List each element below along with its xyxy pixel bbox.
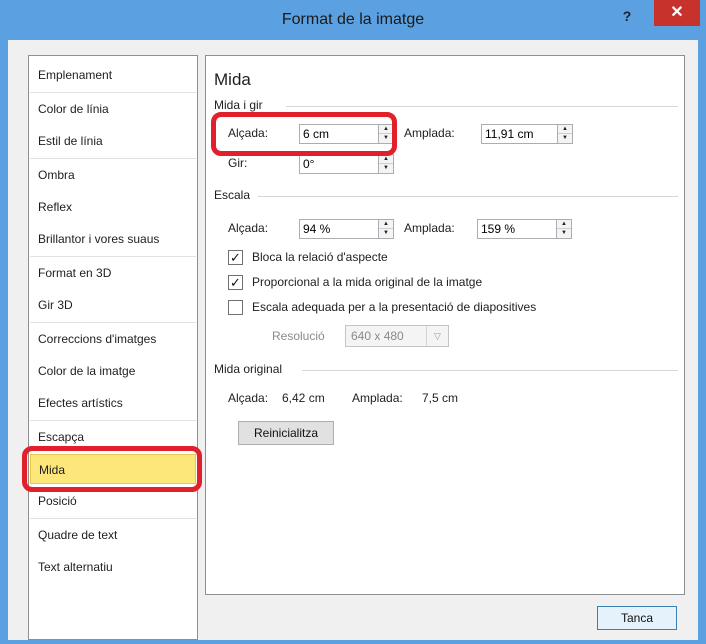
resolution-value[interactable]: 640 x 480 xyxy=(351,326,404,346)
sidebar-separator xyxy=(30,420,196,421)
sidebar-separator xyxy=(30,158,196,159)
relative-original-label[interactable]: Proporcional a la mida original de la im… xyxy=(252,272,482,292)
size-rotate-group-label: Mida i gir xyxy=(214,98,263,112)
sidebar-item-3d-format[interactable]: Format en 3D xyxy=(30,258,196,288)
group-divider xyxy=(302,370,678,371)
group-divider xyxy=(258,196,678,197)
spin-down-icon[interactable]: ▼ xyxy=(557,229,571,238)
lock-aspect-checkbox[interactable]: ✓ xyxy=(228,250,243,265)
close-button[interactable]: Tanca xyxy=(597,606,677,630)
category-sidebar: Emplenament Color de línia Estil de líni… xyxy=(28,55,198,640)
sidebar-item-fill[interactable]: Emplenament xyxy=(30,60,196,90)
sidebar-item-line-color[interactable]: Color de línia xyxy=(30,94,196,124)
close-window-button[interactable]: ✕ xyxy=(654,0,700,26)
sidebar-item-text-box[interactable]: Quadre de text xyxy=(30,520,196,550)
spin-up-icon[interactable]: ▲ xyxy=(379,155,393,164)
spin-up-icon[interactable]: ▲ xyxy=(558,125,572,134)
sidebar-item-shadow[interactable]: Ombra xyxy=(30,160,196,190)
sidebar-item-reflection[interactable]: Reflex xyxy=(30,192,196,222)
sidebar-separator xyxy=(30,92,196,93)
resolution-label: Resolució xyxy=(272,329,325,343)
sidebar-separator xyxy=(30,256,196,257)
scale-width-spinner[interactable]: 159 % ▲ ▼ xyxy=(477,219,572,239)
width-value[interactable]: 11,91 cm xyxy=(485,125,533,143)
rotation-value[interactable]: 0° xyxy=(303,155,314,173)
scale-width-label: Amplada: xyxy=(404,221,455,235)
sidebar-item-3d-rotation[interactable]: Gir 3D xyxy=(30,290,196,320)
scale-height-label: Alçada: xyxy=(228,221,269,235)
original-height-label: Alçada: xyxy=(228,391,269,405)
highlight-size-item xyxy=(22,446,202,492)
sidebar-separator xyxy=(30,518,196,519)
best-scale-label[interactable]: Escala adequada per a la presentació de … xyxy=(252,297,536,317)
original-size-group-label: Mida original xyxy=(214,362,283,376)
spin-up-icon[interactable]: ▲ xyxy=(557,220,571,229)
rotation-spin-arrows[interactable]: ▲ ▼ xyxy=(378,155,393,173)
scale-height-value[interactable]: 94 % xyxy=(303,220,330,238)
sidebar-item-line-style[interactable]: Estil de línia xyxy=(30,126,196,156)
sidebar-item-glow-soft-edges[interactable]: Brillantor i vores suaus xyxy=(30,224,196,254)
sidebar-separator xyxy=(30,322,196,323)
lock-aspect-label[interactable]: Bloca la relació d'aspecte xyxy=(252,247,388,267)
best-scale-checkbox[interactable] xyxy=(228,300,243,315)
scale-width-spin-arrows[interactable]: ▲ ▼ xyxy=(556,220,571,238)
relative-original-checkbox[interactable]: ✓ xyxy=(228,275,243,290)
spin-down-icon[interactable]: ▼ xyxy=(379,229,393,238)
original-width-value: 7,5 cm xyxy=(422,391,459,405)
title-bar[interactable]: Format de la imatge ? ✕ xyxy=(0,0,706,40)
rotation-spinner[interactable]: 0° ▲ ▼ xyxy=(299,154,394,174)
width-label: Amplada: xyxy=(404,126,455,140)
resolution-dropdown[interactable]: 640 x 480 ▽ xyxy=(345,325,449,347)
dialog-title: Format de la imatge xyxy=(281,11,425,28)
chevron-down-icon[interactable]: ▽ xyxy=(426,326,448,346)
format-picture-dialog: Format de la imatge ? ✕ Emplenament Colo… xyxy=(0,0,706,644)
rotation-label: Gir: xyxy=(228,156,248,170)
scale-height-spinner[interactable]: 94 % ▲ ▼ xyxy=(299,219,394,239)
panel-heading: Mida xyxy=(214,70,251,89)
help-button[interactable]: ? xyxy=(612,4,642,28)
highlight-height-field xyxy=(211,112,397,156)
width-spin-arrows[interactable]: ▲ ▼ xyxy=(557,125,572,143)
reset-button[interactable]: Reinicialitza xyxy=(238,421,334,445)
sidebar-item-picture-corrections[interactable]: Correccions d'imatges xyxy=(30,324,196,354)
scale-width-value[interactable]: 159 % xyxy=(481,220,515,238)
spin-down-icon[interactable]: ▼ xyxy=(379,164,393,173)
width-spinner[interactable]: 11,91 cm ▲ ▼ xyxy=(481,124,573,144)
scale-height-spin-arrows[interactable]: ▲ ▼ xyxy=(378,220,393,238)
spin-down-icon[interactable]: ▼ xyxy=(558,134,572,143)
sidebar-item-artistic-effects[interactable]: Efectes artístics xyxy=(30,388,196,418)
scale-group-label: Escala xyxy=(214,188,251,202)
original-width-label: Amplada: xyxy=(352,391,403,405)
original-height-value: 6,42 cm xyxy=(282,391,325,405)
sidebar-item-alt-text[interactable]: Text alternatiu xyxy=(30,552,196,582)
sidebar-item-picture-color[interactable]: Color de la imatge xyxy=(30,356,196,386)
group-divider xyxy=(286,106,678,107)
spin-up-icon[interactable]: ▲ xyxy=(379,220,393,229)
